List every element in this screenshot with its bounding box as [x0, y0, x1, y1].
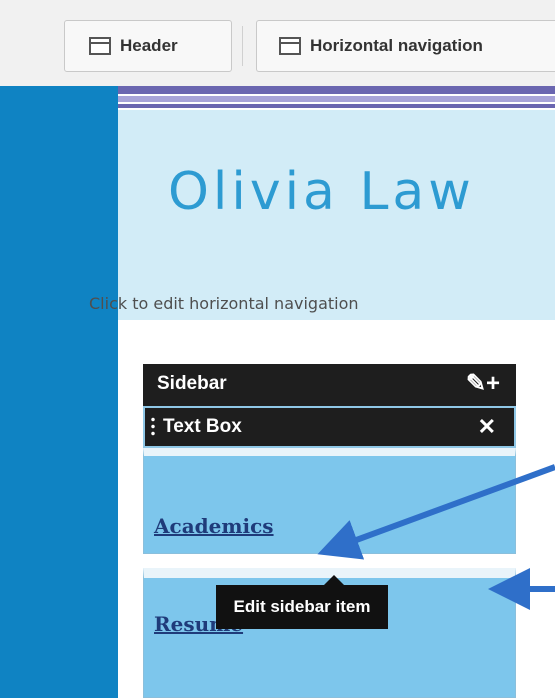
- header-button[interactable]: Header: [64, 20, 232, 72]
- text-box-title: Text Box: [163, 416, 242, 437]
- page-left-strip: [0, 86, 118, 698]
- sidebar-header[interactable]: Sidebar ✎+: [143, 364, 516, 406]
- close-icon[interactable]: ✕: [478, 414, 496, 440]
- edit-sidebar-item-tooltip: Edit sidebar item: [216, 575, 388, 629]
- site-title[interactable]: Olivia Law: [168, 162, 475, 222]
- header-border: [118, 86, 555, 110]
- header-button-label: Header: [120, 36, 178, 55]
- drag-handle-icon[interactable]: [151, 416, 155, 438]
- editor-toolbar: Header Horizontal navigation: [0, 0, 555, 87]
- header-layout-icon: [89, 37, 111, 55]
- text-box-header[interactable]: Text Box ✕: [143, 406, 516, 448]
- horizontal-navigation-edit-link[interactable]: Click to edit horizontal navigation: [89, 294, 359, 313]
- sidebar-edit-add-icon[interactable]: ✎+: [466, 369, 500, 398]
- horizontal-navigation-button-label: Horizontal navigation: [310, 36, 483, 55]
- toolbar-divider: [242, 26, 243, 66]
- sidebar-item-academics[interactable]: Academics: [143, 448, 516, 554]
- sidebar-title: Sidebar: [157, 373, 227, 394]
- site-header[interactable]: Olivia Law Click to edit horizontal navi…: [89, 110, 555, 320]
- sidebar-item-link[interactable]: Academics: [154, 514, 274, 538]
- horizontal-navigation-button[interactable]: Horizontal navigation: [256, 20, 555, 72]
- navigation-layout-icon: [279, 37, 301, 55]
